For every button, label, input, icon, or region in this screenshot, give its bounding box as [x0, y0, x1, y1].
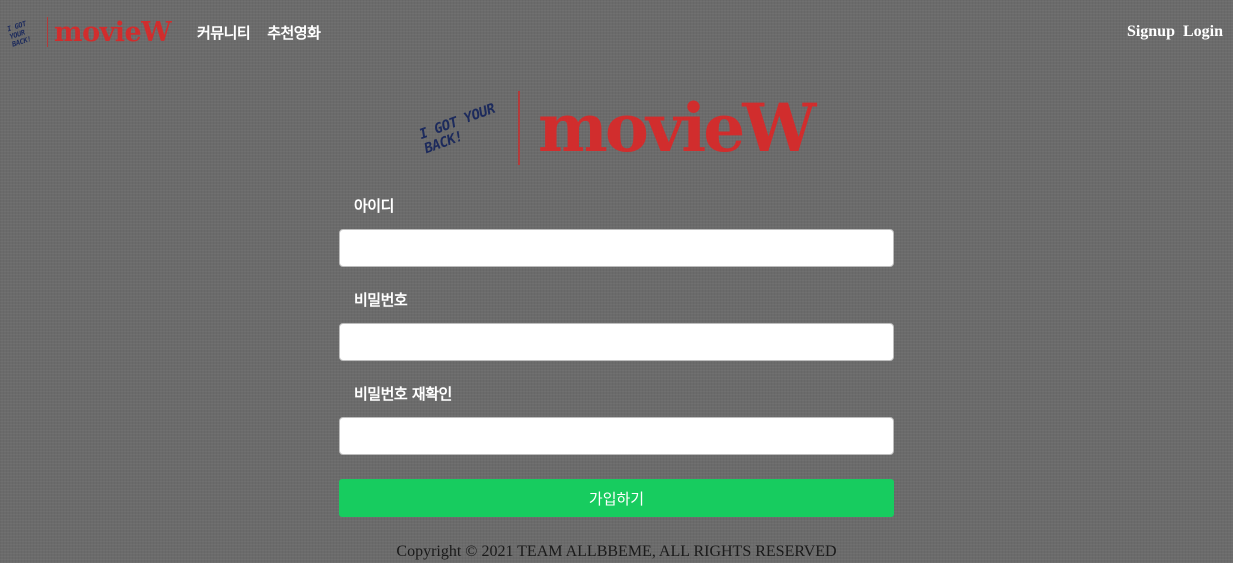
nav-community[interactable]: 커뮤니티 [197, 22, 251, 43]
login-link[interactable]: Login [1183, 23, 1223, 41]
password-input[interactable] [339, 323, 894, 361]
nav-auth: Signup Login [1127, 23, 1223, 41]
hero-tagline: I GOT YOUR BACK! [417, 100, 498, 158]
navbar: I GOT YOUR BACK! movieW 커뮤니티 추천영화 Signup… [0, 0, 1233, 66]
hero-brand: movieW [538, 89, 816, 167]
signup-link[interactable]: Signup [1127, 23, 1175, 41]
logo-tagline: I GOT YOUR BACK! [6, 19, 33, 49]
id-label: 아이디 [354, 197, 394, 215]
signup-form: 아이디 비밀번호 비밀번호 재확인 [339, 195, 894, 477]
nav-logo[interactable]: I GOT YOUR BACK! movieW [6, 14, 172, 50]
logo-divider [47, 17, 48, 47]
signup-submit-button[interactable]: 가입하기 [339, 479, 894, 517]
logo-brand: movieW [54, 16, 172, 48]
password-label: 비밀번호 [354, 291, 408, 309]
hero-divider [518, 91, 520, 165]
password-group: 비밀번호 [339, 289, 894, 383]
password-confirm-input[interactable] [339, 417, 894, 455]
footer-copyright: Copyright © 2021 TEAM ALLBBEME, ALL RIGH… [396, 543, 837, 560]
id-input[interactable] [339, 229, 894, 267]
id-group: 아이디 [339, 195, 894, 289]
nav-recommended-movies[interactable]: 추천영화 [267, 22, 321, 43]
password-confirm-group: 비밀번호 재확인 [339, 383, 894, 477]
password-confirm-label: 비밀번호 재확인 [354, 385, 452, 403]
hero-logo: I GOT YOUR BACK! movieW [417, 88, 816, 168]
nav-links: 커뮤니티 추천영화 [197, 22, 321, 43]
